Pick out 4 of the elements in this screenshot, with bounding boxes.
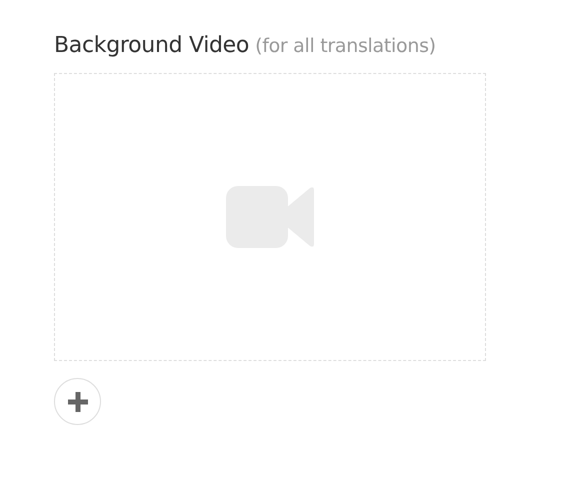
- section-note: (for all translations): [255, 34, 436, 59]
- section-title: Background Video: [54, 32, 250, 60]
- add-button[interactable]: [54, 378, 101, 425]
- plus-icon: [68, 392, 88, 412]
